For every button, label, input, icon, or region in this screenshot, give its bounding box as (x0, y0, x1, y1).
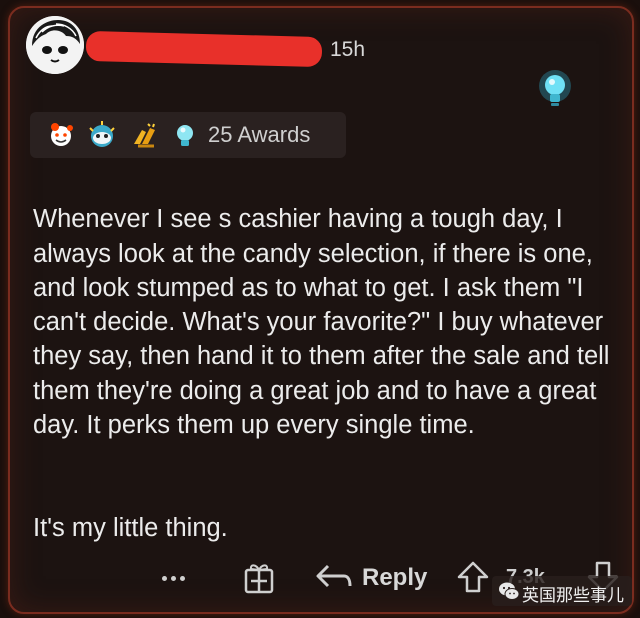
comment-paragraph: Whenever I see s cashier having a tough … (33, 205, 610, 440)
more-options-icon[interactable] (162, 568, 189, 586)
comment-body: Whenever I see s cashier having a tough … (33, 168, 613, 579)
avatar-icon[interactable] (26, 16, 84, 74)
helpful-award-icon[interactable] (168, 118, 202, 157)
redacted-username (85, 30, 323, 68)
reply-button[interactable]: Reply (362, 564, 427, 592)
wechat-logo-icon (498, 580, 520, 607)
comment-paragraph: It's my little thing. (33, 513, 228, 542)
awards-count[interactable]: 25 Awards (208, 122, 310, 148)
gold-hands-award-icon[interactable] (128, 118, 162, 157)
lightbulb-award-icon[interactable] (535, 68, 575, 112)
starstruck-award-icon[interactable] (84, 118, 120, 157)
wholesome-award-icon[interactable] (44, 118, 78, 157)
watermark-text: 英国那些事儿 (522, 586, 624, 605)
give-award-icon[interactable] (242, 560, 278, 601)
upvote-arrow-icon[interactable] (456, 560, 490, 599)
comment-timestamp: 15h (330, 38, 366, 61)
reply-arrow-icon[interactable] (314, 562, 354, 597)
